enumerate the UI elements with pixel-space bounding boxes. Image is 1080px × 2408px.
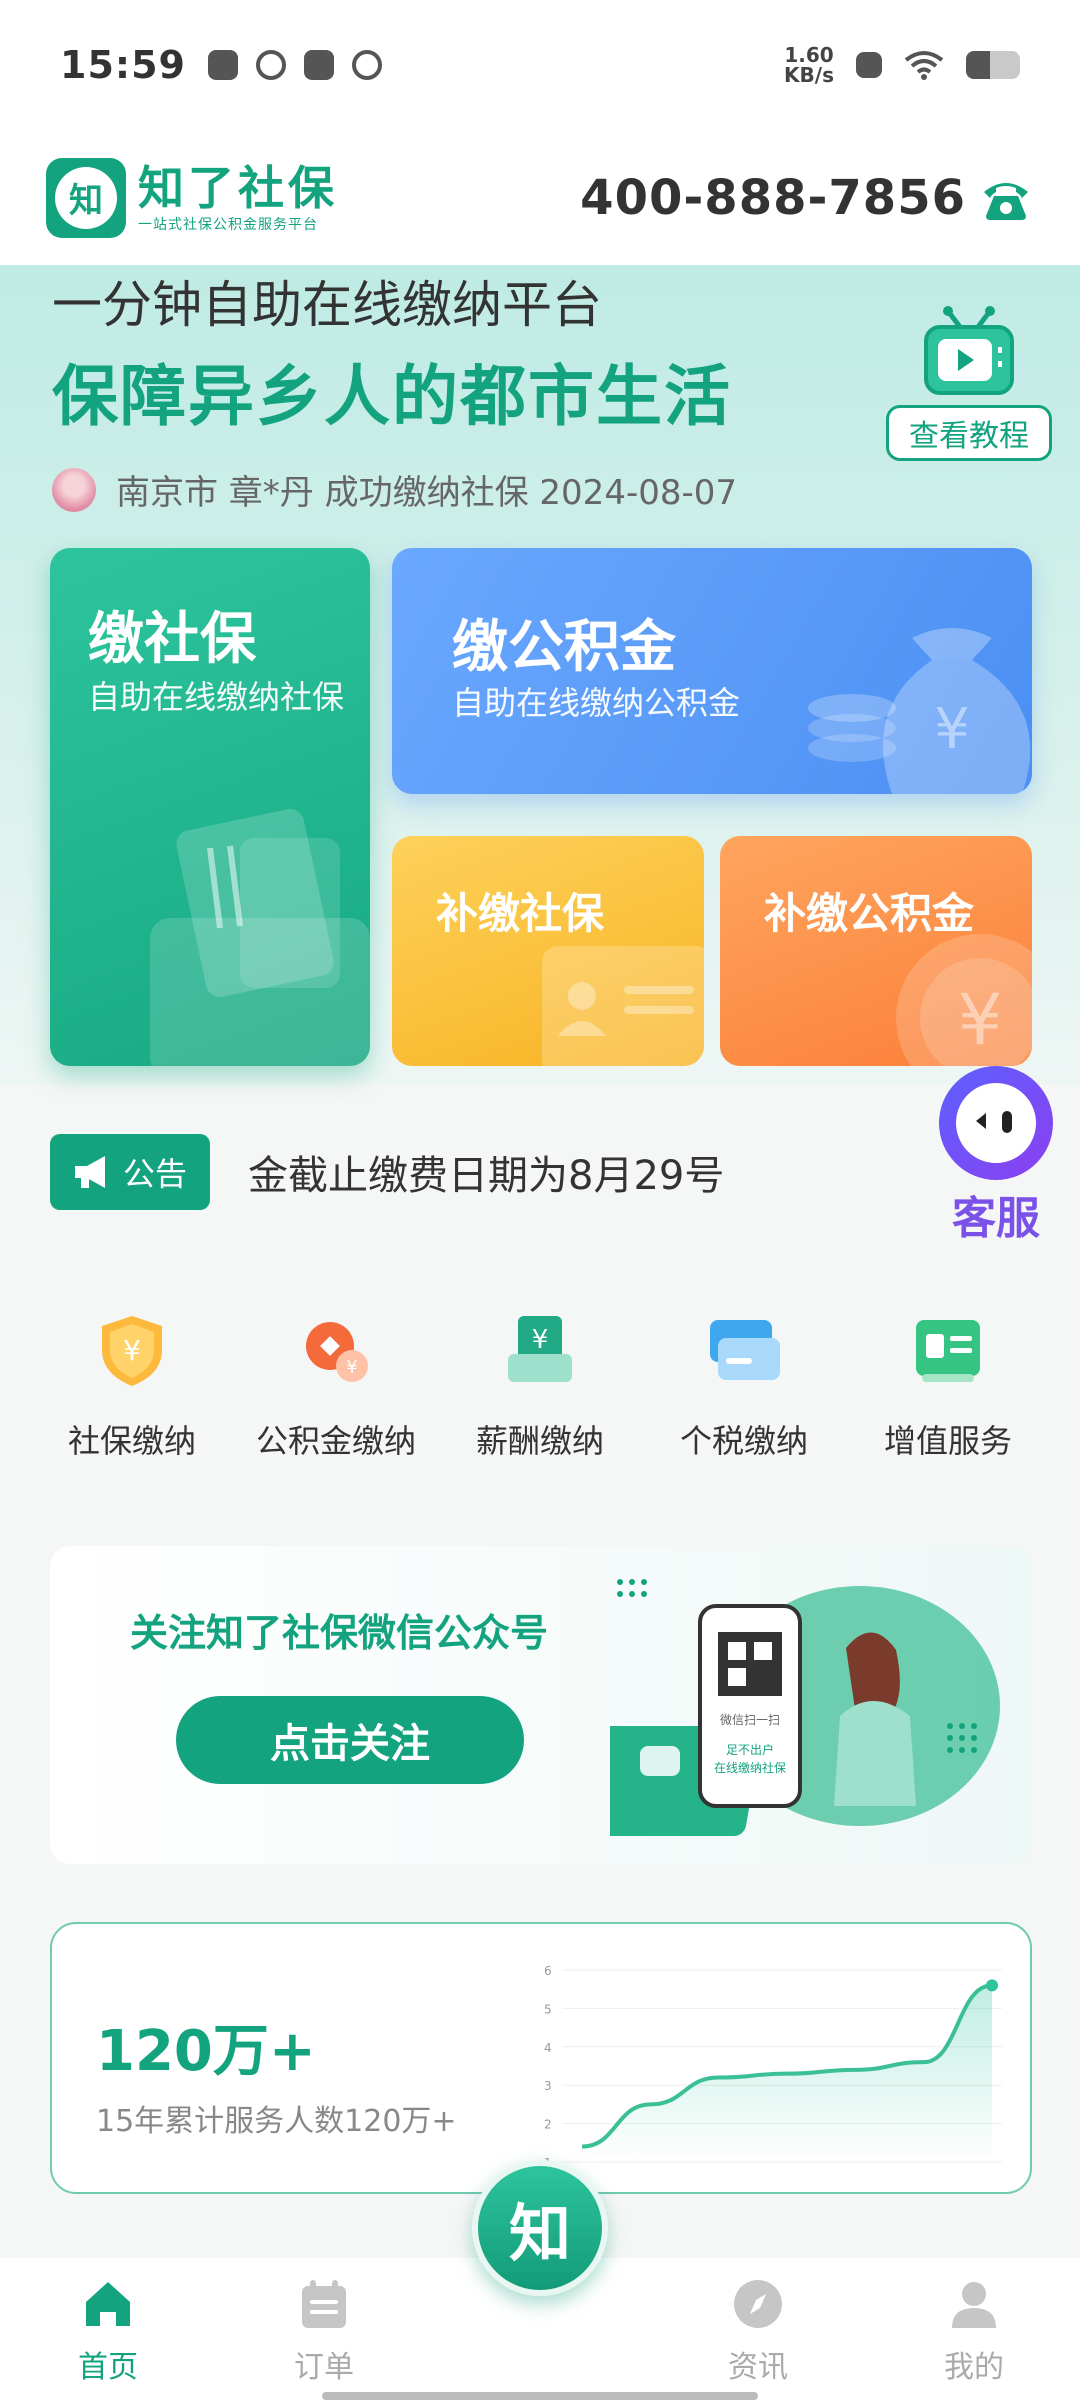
stats-value: 120万+ <box>96 2019 316 2084</box>
svg-text:¥: ¥ <box>123 1334 141 1367</box>
settings-notification-icon <box>351 50 382 80</box>
card-icon[interactable] <box>704 1310 784 1390</box>
announcement-badge: 公告 <box>50 1134 210 1210</box>
chart-y-tick-label: 5 <box>544 2002 552 2016</box>
quick-item-income-tax[interactable]: 个税缴纳 <box>649 1310 839 1462</box>
svg-text:¥: ¥ <box>346 1357 357 1378</box>
user-icon[interactable] <box>946 2276 1002 2332</box>
hero-line1: 一分钟自助在线缴纳平台 <box>52 276 602 334</box>
megaphone-icon <box>74 1156 105 1188</box>
card-title: 缴社保 <box>88 607 256 672</box>
network-speed: 1.60 KB/s <box>784 43 834 87</box>
tab-orders[interactable]: 订单 <box>254 2276 394 2386</box>
battery-icon <box>966 51 1020 79</box>
clock: 15:59 <box>60 43 186 87</box>
quick-item-housing-fund[interactable]: ¥ 公积金缴纳 <box>241 1310 431 1462</box>
quick-item-value-added[interactable]: 增值服务 <box>853 1310 1043 1462</box>
card-subtitle: 自助在线缴纳公积金 <box>452 684 741 722</box>
id-card-illustration-icon <box>542 946 704 1066</box>
status-bar: 15:59 1.60 KB/s <box>0 0 1080 130</box>
customer-service-label[interactable]: 客服 <box>936 1182 1056 1246</box>
svg-text:足不出户: 足不出户 <box>726 1742 774 1757</box>
notification-icons <box>207 50 382 80</box>
star-notification-icon <box>303 50 334 80</box>
chart-y-tick-label: 6 <box>544 1964 552 1978</box>
hotline[interactable]: 400-888-7856 <box>580 170 1034 226</box>
svg-text:微信扫一扫: 微信扫一扫 <box>720 1713 780 1727</box>
card-title: 缴公积金 <box>452 615 676 680</box>
back-pay-housing-fund-card[interactable]: 补缴公积金 ¥ <box>720 836 1032 1066</box>
chart-y-tick-label: 4 <box>544 2041 552 2055</box>
back-pay-social-security-card[interactable]: 补缴社保 <box>392 836 704 1066</box>
quick-item-social-security[interactable]: ¥ 社保缴纳 <box>37 1310 227 1462</box>
home-indicator <box>322 2392 758 2400</box>
follow-button[interactable]: 点击关注 <box>176 1696 524 1784</box>
app-notification-icon <box>255 50 286 80</box>
announcement-bar[interactable]: 公告 金截止缴费日期为8月29号 <box>50 1134 724 1210</box>
quick-item-salary[interactable]: ¥ 薪酬缴纳 <box>445 1310 635 1462</box>
id-card-icon[interactable] <box>908 1310 988 1390</box>
growth-chart: 123456 <box>544 1964 1002 2170</box>
ticker-text: 南京市 章*丹 成功缴纳社保 2024-08-07 <box>116 473 738 513</box>
card-subtitle: 自助在线缴纳社保 <box>88 678 345 716</box>
compass-icon[interactable] <box>730 2276 786 2332</box>
tutorial-button[interactable]: 查看教程 <box>886 405 1052 461</box>
phone-icon[interactable] <box>978 170 1034 226</box>
success-ticker: 南京市 章*丹 成功缴纳社保 2024-08-07 <box>52 465 737 514</box>
hotline-number[interactable]: 400-888-7856 <box>580 170 966 226</box>
app-notification-icon <box>207 50 238 80</box>
hero-line2: 保障异乡人的都市生活 <box>52 358 732 435</box>
stats-caption: 15年累计服务人数120万+ <box>96 2104 457 2139</box>
quick-menu: ¥ 社保缴纳 ¥ 公积金缴纳 ¥ 薪酬缴纳 个税缴纳 增值服务 <box>0 1310 1080 1462</box>
shield-yen-icon[interactable]: ¥ <box>92 1310 172 1390</box>
wifi-icon <box>904 51 944 80</box>
order-icon[interactable] <box>296 2276 352 2332</box>
avatar <box>52 467 96 512</box>
svg-text:¥: ¥ <box>958 979 1003 1061</box>
follow-title: 关注知了社保微信公众号 <box>130 1611 549 1655</box>
announcement-text[interactable]: 金截止缴费日期为8月29号 <box>248 1143 724 1201</box>
app-header: 知 知了社保 一站式社保公积金服务平台 400-888-7856 <box>0 130 1080 265</box>
money-bag-icon: ¥ <box>808 628 1031 794</box>
card-title: 补缴社保 <box>436 889 605 938</box>
pay-social-security-card[interactable]: 缴社保 自助在线缴纳社保 <box>50 548 370 1066</box>
tv-icon[interactable] <box>914 305 1024 401</box>
center-logo-button[interactable]: 知 <box>472 2160 608 2296</box>
brand: 知了社保 一站式社保公积金服务平台 <box>138 162 338 234</box>
brand-name: 知了社保 <box>138 160 338 215</box>
svg-text:¥: ¥ <box>934 697 970 762</box>
tutorial-entry[interactable]: 查看教程 <box>886 305 1052 461</box>
coin-illustration-icon: ¥ <box>896 934 1032 1066</box>
sim-off-icon <box>856 52 882 78</box>
service-stats-card: 120万+ 15年累计服务人数120万+ 123456 <box>50 1922 1032 2194</box>
chart-y-tick-label: 3 <box>544 2079 552 2093</box>
home-icon[interactable] <box>80 2276 136 2332</box>
pay-housing-fund-card[interactable]: 缴公积金 自助在线缴纳公积金 ¥ <box>392 548 1032 794</box>
chart-end-point <box>986 1979 998 1992</box>
logo-icon: 知 <box>46 157 126 238</box>
coin-icon[interactable]: ¥ <box>296 1310 376 1390</box>
tab-news[interactable]: 资讯 <box>688 2276 828 2386</box>
cards-illustration-icon <box>150 808 370 1066</box>
wechat-qr-illustration-icon: 微信扫一扫 足不出户 在线缴纳社保 <box>610 1579 1000 1836</box>
svg-text:在线缴纳社保: 在线缴纳社保 <box>714 1760 786 1775</box>
brand-tagline: 一站式社保公积金服务平台 <box>138 216 318 233</box>
tab-home[interactable]: 首页 <box>38 2276 178 2386</box>
salary-icon[interactable]: ¥ <box>500 1310 580 1390</box>
chat-bot-icon[interactable] <box>939 1066 1053 1180</box>
follow-wechat-banner[interactable]: 关注知了社保微信公众号 点击关注 微信扫一扫 足不出户 在线缴纳社保 <box>50 1546 1032 1864</box>
chart-y-tick-label: 2 <box>544 2118 552 2132</box>
tab-mine[interactable]: 我的 <box>904 2276 1044 2386</box>
customer-service-button[interactable]: 客服 <box>936 1066 1056 1246</box>
svg-text:¥: ¥ <box>532 1325 549 1355</box>
